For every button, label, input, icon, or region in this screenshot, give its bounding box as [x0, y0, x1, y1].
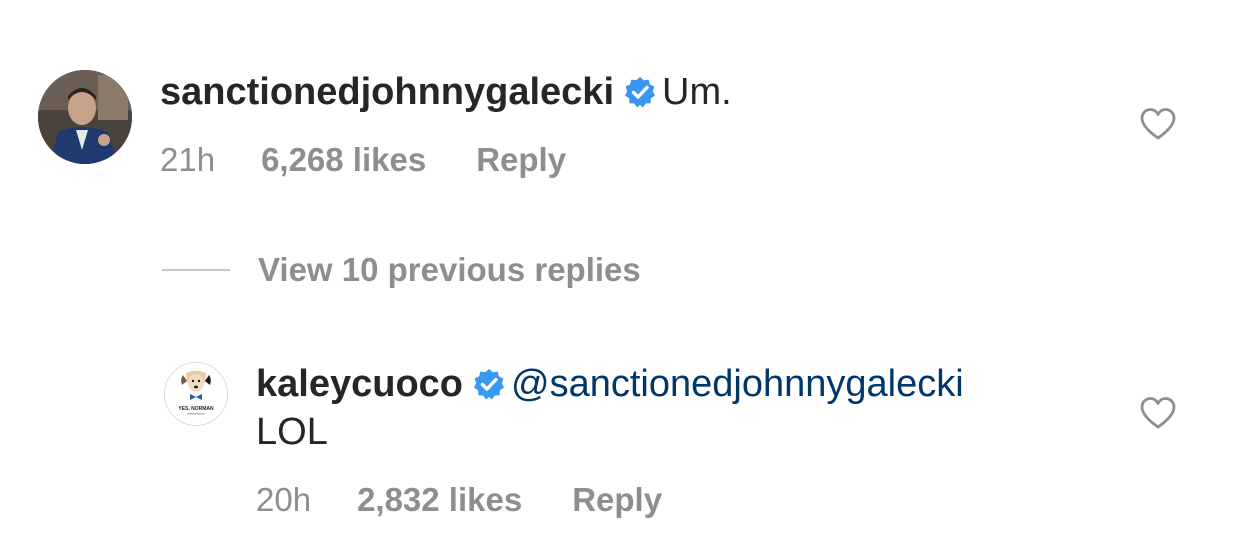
- reply-timestamp: 20h: [256, 481, 312, 518]
- comment-header: sanctionedjohnnygalecki Um.: [160, 70, 732, 114]
- reply-button[interactable]: Reply: [572, 480, 662, 520]
- divider-line: [162, 269, 230, 271]
- avatar[interactable]: YES, NORMAN: [164, 362, 228, 426]
- profile-photo-icon: [38, 70, 132, 164]
- reply-button[interactable]: Reply: [476, 140, 566, 180]
- view-replies-label: View 10 previous replies: [258, 251, 641, 288]
- reply-header: kaleycuoco @sanctionedjohnnygalecki: [256, 362, 964, 406]
- avatar[interactable]: [38, 70, 132, 164]
- comment-username[interactable]: sanctionedjohnnygalecki: [160, 71, 614, 113]
- logo-text: YES, NORMAN: [178, 406, 214, 412]
- reply-text: LOL: [256, 411, 328, 453]
- mention-link[interactable]: @sanctionedjohnnygalecki: [511, 363, 964, 405]
- comment-likes-count[interactable]: 6,268 likes: [261, 140, 426, 180]
- reply-meta: 20h 2,832 likes Reply: [256, 480, 662, 520]
- dog-bowtie-logo-icon: YES, NORMAN: [165, 363, 227, 425]
- comment-meta: 21h 6,268 likes Reply: [160, 140, 566, 180]
- heart-icon[interactable]: [1139, 107, 1177, 141]
- verified-badge-icon: [473, 366, 505, 400]
- comment-text: Um.: [662, 71, 732, 113]
- view-previous-replies-button[interactable]: View 10 previous replies: [162, 250, 641, 290]
- heart-icon[interactable]: [1139, 396, 1177, 430]
- verified-badge-icon: [624, 74, 656, 108]
- reply-username[interactable]: kaleycuoco: [256, 363, 463, 405]
- comment-timestamp: 21h: [160, 141, 216, 178]
- reply-likes-count[interactable]: 2,832 likes: [357, 480, 522, 520]
